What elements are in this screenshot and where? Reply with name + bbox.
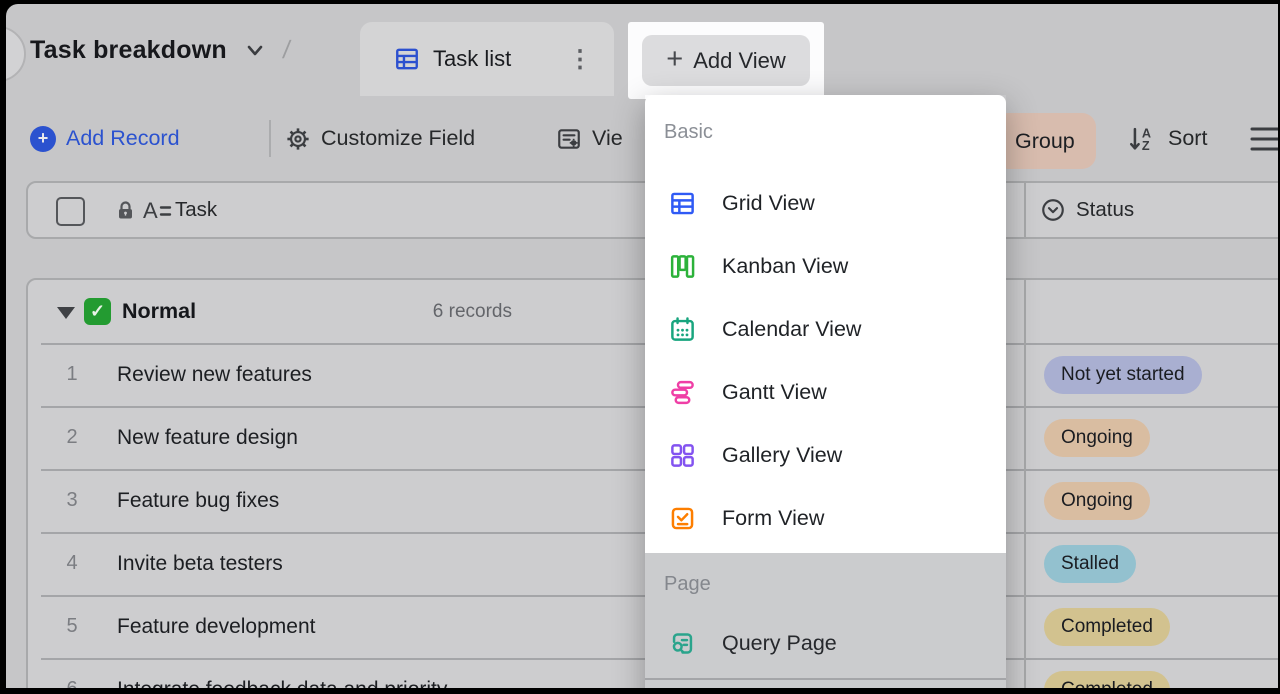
group-record-count: 6 records (348, 280, 512, 343)
menu-item-label: Form View (722, 506, 824, 531)
menu-item-grid-view[interactable]: Grid View (645, 172, 1006, 235)
base-title[interactable]: Task breakdown (30, 36, 227, 65)
task-cell[interactable]: Review new features (117, 343, 312, 406)
row-number: 6 (52, 658, 92, 688)
tab-task-list[interactable]: Task list ⋮ (360, 22, 614, 96)
section-label-basic: Basic (645, 95, 1006, 145)
form-view-icon (669, 505, 696, 532)
select-all-checkbox[interactable] (56, 197, 85, 226)
task-cell[interactable]: Invite beta testers (117, 532, 283, 595)
menu-item-label: Query Page (722, 631, 837, 656)
add-record-label: Add Record (66, 126, 180, 151)
plus-icon: + (666, 45, 683, 74)
app-window: Task breakdown / Task list ⋮ + Add View … (6, 4, 1278, 688)
add-view-button[interactable]: + Add View (642, 35, 810, 86)
status-badge[interactable]: Completed (1044, 608, 1170, 646)
svg-text:A: A (143, 198, 158, 223)
dropdown-page-section: Page Query Page (645, 553, 1006, 688)
add-view-label: Add View (693, 48, 786, 74)
row-number: 4 (52, 532, 92, 595)
view-settings-icon (556, 126, 582, 152)
sort-label: Sort (1168, 126, 1207, 151)
status-badge[interactable]: Completed (1044, 671, 1170, 688)
column-header-task[interactable]: Task (175, 183, 217, 237)
green-check-emoji: ✓ (84, 298, 111, 325)
menu-item-gallery-view[interactable]: Gallery View (645, 424, 1006, 487)
svg-text:Z: Z (1142, 138, 1150, 152)
chevron-down-icon[interactable] (243, 38, 267, 62)
group-button[interactable]: Group (994, 113, 1096, 169)
row-number: 5 (52, 595, 92, 658)
column-divider[interactable] (1024, 183, 1026, 237)
dropdown-basic-section: Basic Grid View Kanban View (645, 95, 1006, 553)
task-cell[interactable]: Feature bug fixes (117, 469, 279, 532)
column-header-status[interactable]: Status (1040, 183, 1134, 237)
gallery-view-icon (669, 442, 696, 469)
status-badge[interactable]: Ongoing (1044, 482, 1150, 520)
toolbar: + Add Record Customize Field Vie Group A… (6, 96, 1278, 181)
kanban-view-icon (669, 253, 696, 280)
breadcrumb: Task breakdown / (30, 4, 290, 96)
menu-item-query-page[interactable]: Query Page (645, 612, 1006, 675)
view-settings-label-partial: Vie (592, 126, 623, 151)
text-field-type-icon: A (142, 196, 172, 224)
menu-item-label: Kanban View (722, 254, 848, 279)
menu-item-label: Gallery View (722, 443, 842, 468)
menu-item-label: Calendar View (722, 317, 861, 342)
lock-icon (117, 201, 134, 220)
section-label-page: Page (645, 553, 1006, 597)
menu-item-calendar-view[interactable]: Calendar View (645, 298, 1006, 361)
menu-item-gantt-view[interactable]: Gantt View (645, 361, 1006, 424)
row-number: 2 (52, 406, 92, 469)
status-badge[interactable]: Ongoing (1044, 419, 1150, 457)
calendar-view-icon (669, 316, 696, 343)
column-divider (1024, 280, 1026, 688)
plus-circle-icon: + (30, 126, 56, 152)
status-header-label: Status (1076, 198, 1134, 222)
menu-item-kanban-view[interactable]: Kanban View (645, 235, 1006, 298)
tab-more-icon[interactable]: ⋮ (568, 22, 592, 96)
group-label: Group (1015, 129, 1075, 154)
task-cell[interactable]: Feature development (117, 595, 315, 658)
task-cell[interactable]: Integrate feedback data and priority (117, 658, 447, 688)
view-settings-button[interactable]: Vie (556, 96, 623, 181)
tab-label: Task list (433, 46, 511, 72)
row-number: 3 (52, 469, 92, 532)
breadcrumb-separator: / (281, 36, 292, 65)
menu-item-label: Gantt View (722, 380, 827, 405)
sort-az-icon: AZ (1128, 124, 1158, 154)
task-cell[interactable]: New feature design (117, 406, 298, 469)
query-page-icon (669, 630, 696, 657)
gantt-view-icon (669, 379, 696, 406)
collapse-caret-icon[interactable] (57, 307, 75, 319)
customize-field-button[interactable]: Customize Field (285, 96, 475, 181)
toolbar-divider (269, 120, 271, 157)
add-view-dropdown: Basic Grid View Kanban View (645, 95, 1006, 688)
add-record-button[interactable]: + Add Record (30, 96, 180, 181)
sort-button[interactable]: AZ Sort (1128, 96, 1207, 181)
grid-view-icon (669, 190, 696, 217)
add-view-highlight: + Add View (628, 22, 824, 99)
menu-item-form-view[interactable]: Form View (645, 487, 1006, 550)
grid-view-icon (394, 46, 420, 72)
single-select-field-icon (1040, 197, 1066, 223)
status-badge[interactable]: Not yet started (1044, 356, 1202, 394)
menu-item-label: Grid View (722, 191, 815, 216)
customize-field-label: Customize Field (321, 126, 475, 151)
gear-icon (285, 126, 311, 152)
row-number: 1 (52, 343, 92, 406)
clipped-side-button[interactable] (6, 26, 26, 82)
row-height-icon[interactable] (1250, 121, 1278, 157)
menu-divider (645, 678, 1006, 680)
status-badge[interactable]: Stalled (1044, 545, 1136, 583)
group-name: Normal (122, 280, 196, 343)
